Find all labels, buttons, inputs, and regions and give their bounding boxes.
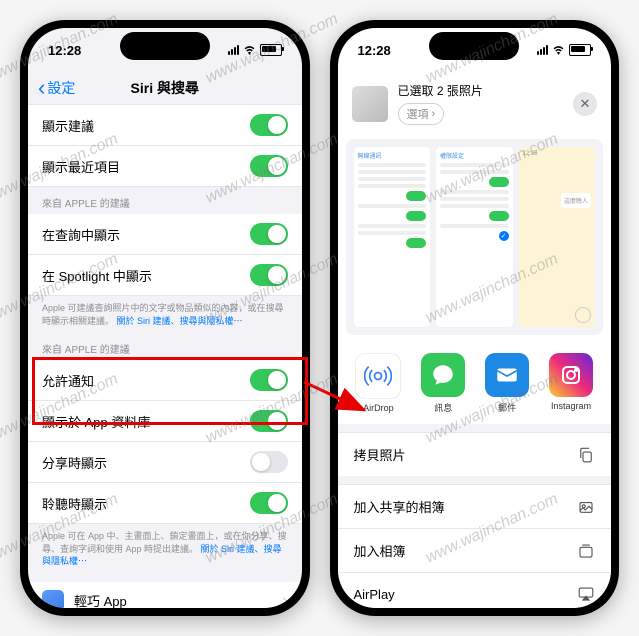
- action-album[interactable]: 加入相簿: [338, 528, 612, 572]
- phone-left: 12:28 設定 Siri 與搜尋 顯示建議 顯示最近項目 來自 APPLE 的…: [20, 20, 310, 616]
- status-time: 12:28: [358, 43, 391, 58]
- signal-icon: [228, 45, 239, 55]
- wifi-icon: [243, 44, 256, 57]
- row-show-suggestions[interactable]: 顯示建議: [28, 104, 302, 146]
- notch: [120, 32, 210, 60]
- battery-icon: [569, 44, 591, 56]
- copy-icon: [577, 446, 595, 464]
- toggle-listening[interactable]: [250, 492, 288, 514]
- signal-icon: [537, 45, 548, 55]
- toggle-notifications[interactable]: [250, 369, 288, 391]
- row-listening[interactable]: 聆聽時顯示: [28, 483, 302, 524]
- preview-area[interactable]: 無線通訊 權限設定 ✓ 12:25 這麼晚人: [346, 139, 604, 335]
- wifi-icon: [552, 44, 565, 57]
- section-footer: Apple 可建議查詢照片中的文字或物品類似的內容，或在搜尋時顯示相關建議。 關…: [28, 296, 302, 333]
- share-mail[interactable]: 郵件: [485, 353, 529, 414]
- notch: [429, 32, 519, 60]
- airdrop-icon: [355, 353, 401, 399]
- album-icon: [577, 542, 595, 560]
- action-shared-album[interactable]: 加入共享的相簿: [338, 484, 612, 528]
- battery-icon: [260, 44, 282, 56]
- settings-content[interactable]: 顯示建議 顯示最近項目 來自 APPLE 的建議 在查詢中顯示 在 Spotli…: [28, 104, 302, 608]
- privacy-link[interactable]: 關於 Siri 建議、搜尋與隱私權⋯: [117, 316, 243, 326]
- row-lookup[interactable]: 在查詢中顯示: [28, 214, 302, 255]
- action-copy[interactable]: 拷貝照片: [338, 432, 612, 476]
- toggle-sharing[interactable]: [250, 451, 288, 473]
- share-airdrop[interactable]: AirDrop: [355, 353, 401, 414]
- phone-right: 12:28 已選取 2 張照片 選項 › ✕ 無線通訊: [330, 20, 620, 616]
- nav-bar: 設定 Siri 與搜尋: [28, 72, 302, 104]
- preview-thumbnail: [352, 86, 388, 122]
- toggle-suggestions[interactable]: [250, 114, 288, 136]
- app-row-shortcuts[interactable]: 輕巧 App›: [28, 582, 302, 608]
- toggle-app-library[interactable]: [250, 410, 288, 432]
- status-time: 12:28: [48, 43, 81, 58]
- row-notifications[interactable]: 允許通知: [28, 360, 302, 401]
- messages-icon: [421, 353, 465, 397]
- instagram-icon: [549, 353, 593, 397]
- toggle-lookup[interactable]: [250, 223, 288, 245]
- mail-icon: [485, 353, 529, 397]
- preview-screenshot-1: 無線通訊: [354, 147, 431, 327]
- row-show-when-sharing[interactable]: 分享時顯示: [28, 442, 302, 483]
- close-button[interactable]: ✕: [573, 92, 597, 116]
- airplay-icon: [577, 585, 595, 603]
- row-spotlight[interactable]: 在 Spotlight 中顯示: [28, 255, 302, 296]
- options-button[interactable]: 選項 ›: [398, 103, 445, 125]
- share-apps-row[interactable]: AirDrop 訊息 郵件 Instagram: [338, 343, 612, 424]
- row-app-library[interactable]: 顯示於 App 資料庫: [28, 401, 302, 442]
- share-instagram[interactable]: Instagram: [549, 353, 593, 414]
- section-header-3: 來自 APPLE 的建議: [28, 333, 302, 360]
- row-show-recents[interactable]: 顯示最近項目: [28, 146, 302, 187]
- share-messages[interactable]: 訊息: [421, 353, 465, 414]
- shortcuts-icon: [42, 590, 64, 608]
- toggle-spotlight[interactable]: [250, 264, 288, 286]
- toggle-recents[interactable]: [250, 155, 288, 177]
- back-button[interactable]: 設定: [38, 75, 75, 101]
- page-title: Siri 與搜尋: [131, 78, 199, 98]
- shared-album-icon: [577, 498, 595, 516]
- preview-screenshot-3: 12:25 這麼晚人: [519, 147, 596, 327]
- share-sheet-header: 已選取 2 張照片 選項 › ✕: [338, 72, 612, 131]
- chevron-icon: ›: [282, 592, 287, 608]
- preview-screenshot-2: 權限設定 ✓: [436, 147, 513, 327]
- action-airplay[interactable]: AirPlay: [338, 572, 612, 608]
- section-footer-3: Apple 可在 App 中、主畫面上、鎖定畫面上，或在你分享、搜尋、查詢字詞和…: [28, 524, 302, 574]
- sheet-title: 已選取 2 張照片: [398, 82, 483, 99]
- section-header: 來自 APPLE 的建議: [28, 187, 302, 214]
